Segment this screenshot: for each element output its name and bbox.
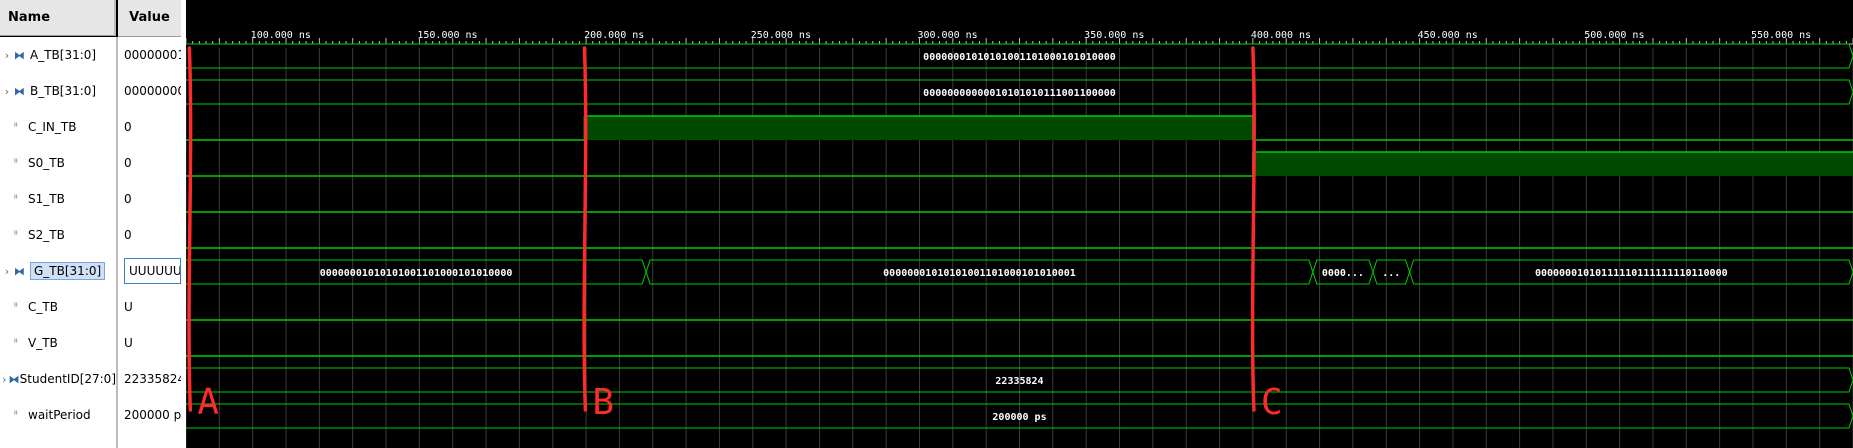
value-column-header[interactable]: Value — [118, 0, 181, 37]
signal-name: C_TB — [28, 300, 58, 314]
bus-signal-icon: ⧓ — [14, 84, 25, 98]
signal-value-text: 0 — [124, 192, 132, 206]
ruler-label: 300.000 ns — [917, 30, 977, 41]
signal-value-text: 0 — [124, 156, 132, 170]
signal-value-text: UUUUUUU — [124, 258, 181, 284]
signal-row-c_tb[interactable]: ᴵᴵ C_TB — [0, 289, 116, 325]
signal-row-v_tb[interactable]: ᴵᴵ V_TB — [0, 325, 116, 361]
bit-signal-icon: ᴵᴵ — [14, 229, 18, 241]
expand-chevron-icon[interactable]: › — [0, 265, 14, 278]
ruler-label: 450.000 ns — [1418, 30, 1478, 41]
signal-name-list: › ⧓ A_TB[31:0] › ⧓ B_TB[31:0] ᴵᴵ C_IN_TB ᴵᴵ S0_TB… — [0, 37, 118, 448]
ruler-label: 400.000 ns — [1251, 30, 1311, 41]
signal-name: V_TB — [28, 336, 58, 350]
signal-value-text: 0 — [124, 120, 132, 134]
signal-name: waitPeriod — [28, 408, 91, 422]
bit-signal-icon: ᴵᴵ — [14, 121, 18, 133]
signal-row-studentid[interactable]: › ⧓ StudentID[27:0] — [0, 361, 116, 397]
signal-name: A_TB[31:0] — [30, 48, 97, 62]
signal-value-text: 00000000 — [124, 84, 181, 98]
bus-value-label: 0000... — [1322, 268, 1364, 279]
bus-signal-icon: ⧓ — [14, 48, 25, 62]
logic-high-fill — [584, 116, 1253, 140]
annotation-marker-line — [187, 46, 193, 412]
signal-value-text: U — [124, 300, 133, 314]
annotation-marker-line — [1250, 46, 1256, 412]
bus-signal-icon: ⧓ — [14, 264, 25, 278]
signal-row-b_tb[interactable]: › ⧓ B_TB[31:0] — [0, 73, 116, 109]
logic-high-fill — [1252, 152, 1853, 176]
signal-row-a_tb[interactable]: › ⧓ A_TB[31:0] — [0, 37, 116, 73]
signal-name: S2_TB — [28, 228, 65, 242]
signal-value-v_tb[interactable]: U — [118, 325, 181, 361]
signal-row-c_in_tb[interactable]: ᴵᴵ C_IN_TB — [0, 109, 116, 145]
value-header-label: Value — [129, 10, 170, 25]
bus-value-label: 00000001010111110111111110110000 — [1535, 268, 1728, 279]
annotation-letter: A — [197, 382, 219, 423]
bus-value-label: 00000001010101001101000101010000 — [923, 52, 1116, 63]
signal-name: StudentID[27:0] — [19, 372, 116, 386]
bit-signal-icon: ᴵᴵ — [14, 301, 18, 313]
bus-value-label: 00000000000010101010111001100000 — [923, 88, 1116, 99]
signal-row-waitperiod[interactable]: ᴵᴵ waitPeriod — [0, 397, 116, 433]
signal-value-studentid[interactable]: 22335824 — [118, 361, 181, 397]
name-header-label: Name — [8, 10, 51, 25]
signal-row-s2_tb[interactable]: ᴵᴵ S2_TB — [0, 217, 116, 253]
annotation-marker-line — [582, 46, 588, 412]
signal-value-s1_tb[interactable]: 0 — [118, 181, 181, 217]
bus-value-label: 00000001010101001101000101010000 — [320, 268, 513, 279]
signal-value-waitperiod[interactable]: 200000 ps — [118, 397, 181, 433]
expand-chevron-icon[interactable]: › — [0, 373, 9, 386]
annotation-letter: C — [1261, 382, 1283, 423]
signal-name: S0_TB — [28, 156, 65, 170]
signal-row-s1_tb[interactable]: ᴵᴵ S1_TB — [0, 181, 116, 217]
signal-value-s2_tb[interactable]: 0 — [118, 217, 181, 253]
bit-signal-icon: ᴵᴵ — [14, 409, 18, 421]
ruler-label: 550.000 ns — [1751, 30, 1811, 41]
signal-value-text: 22335824 — [124, 372, 181, 386]
bus-value-label: 00000001010101001101000101010001 — [883, 268, 1076, 279]
bit-signal-icon: ᴵᴵ — [14, 157, 18, 169]
signal-row-s0_tb[interactable]: ᴵᴵ S0_TB — [0, 145, 116, 181]
ruler-label: 200.000 ns — [584, 30, 644, 41]
expand-chevron-icon[interactable]: › — [0, 85, 14, 98]
signal-value-text: 00000001 — [124, 48, 181, 62]
signal-value-text: 0 — [124, 228, 132, 242]
expand-chevron-icon[interactable]: › — [0, 49, 14, 62]
signal-value-g_tb[interactable]: UUUUUUU — [118, 253, 181, 289]
annotation-letter: B — [592, 382, 614, 423]
signal-value-c_tb[interactable]: U — [118, 289, 181, 325]
signal-value-a_tb[interactable]: 00000001 — [118, 37, 181, 73]
signal-panel: Name Value › ⧓ A_TB[31:0] › ⧓ B_TB[31:0] ᴵᴵ C_I… — [0, 0, 181, 448]
ruler-label: 100.000 ns — [251, 30, 311, 41]
name-column-header[interactable]: Name — [0, 0, 116, 36]
signal-name: S1_TB — [28, 192, 65, 206]
ruler-label: 250.000 ns — [751, 30, 811, 41]
ruler-label: 500.000 ns — [1584, 30, 1644, 41]
waveform-viewer[interactable]: 100.000 ns 150.000 ns 200.000 ns 250.000 ns… — [186, 0, 1853, 448]
bus-signal-icon: ⧓ — [8, 372, 20, 386]
signal-value-text: 200000 ps — [124, 408, 181, 422]
bit-signal-icon: ᴵᴵ — [14, 337, 18, 349]
signal-name: G_TB[31:0] — [30, 262, 106, 280]
ruler-label: 150.000 ns — [417, 30, 477, 41]
bus-value-label: 200000 ps — [992, 412, 1046, 423]
signal-name: B_TB[31:0] — [30, 84, 97, 98]
signal-value-c_in_tb[interactable]: 0 — [118, 109, 181, 145]
signal-value-s0_tb[interactable]: 0 — [118, 145, 181, 181]
signal-value-list: 00000001000000000000UUUUUUUUU22335824200… — [118, 37, 181, 448]
bus-value-label: ... — [1382, 268, 1400, 279]
ruler-label: 350.000 ns — [1084, 30, 1144, 41]
signal-row-g_tb[interactable]: › ⧓ G_TB[31:0] — [0, 253, 116, 289]
signal-name: C_IN_TB — [28, 120, 77, 134]
bus-value-label: 22335824 — [995, 376, 1043, 387]
bit-signal-icon: ᴵᴵ — [14, 193, 18, 205]
signal-value-text: U — [124, 336, 133, 350]
signal-value-b_tb[interactable]: 00000000 — [118, 73, 181, 109]
